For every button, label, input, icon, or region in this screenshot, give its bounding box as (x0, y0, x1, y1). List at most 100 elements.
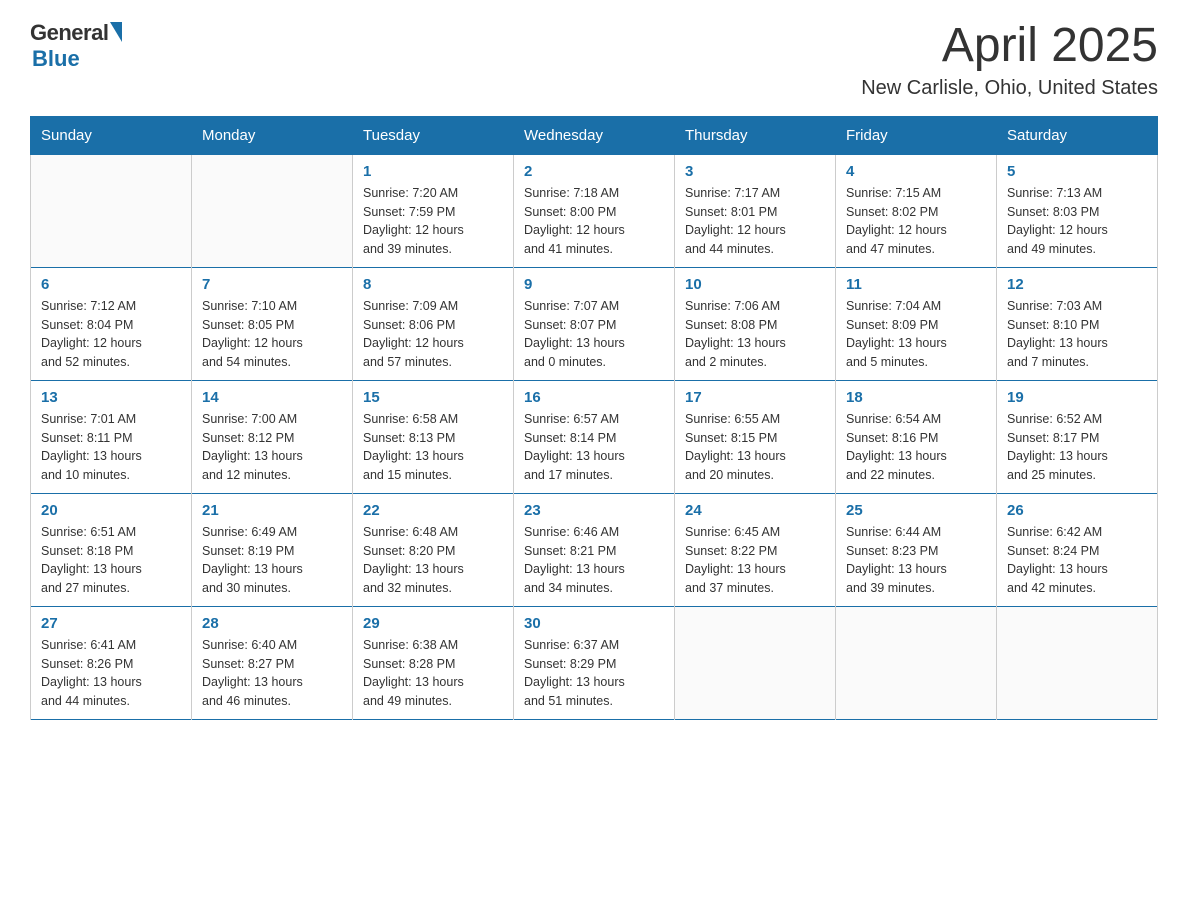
calendar-cell: 12 Sunrise: 7:03 AM Sunset: 8:10 PM Dayli… (997, 267, 1158, 380)
day-number: 12 (1007, 276, 1147, 293)
day-number: 6 (41, 276, 181, 293)
day-info: Sunrise: 6:42 AM Sunset: 8:24 PM Dayligh… (1007, 523, 1147, 598)
day-number: 30 (524, 615, 664, 632)
calendar-cell: 16 Sunrise: 6:57 AM Sunset: 8:14 PM Dayli… (514, 380, 675, 493)
day-info: Sunrise: 6:48 AM Sunset: 8:20 PM Dayligh… (363, 523, 503, 598)
calendar-cell: 20 Sunrise: 6:51 AM Sunset: 8:18 PM Dayli… (31, 493, 192, 606)
day-number: 3 (685, 163, 825, 180)
day-number: 29 (363, 615, 503, 632)
day-info: Sunrise: 7:18 AM Sunset: 8:00 PM Dayligh… (524, 184, 664, 259)
day-info: Sunrise: 7:00 AM Sunset: 8:12 PM Dayligh… (202, 410, 342, 485)
day-number: 13 (41, 389, 181, 406)
day-info: Sunrise: 7:01 AM Sunset: 8:11 PM Dayligh… (41, 410, 181, 485)
day-info: Sunrise: 6:44 AM Sunset: 8:23 PM Dayligh… (846, 523, 986, 598)
day-info: Sunrise: 7:07 AM Sunset: 8:07 PM Dayligh… (524, 297, 664, 372)
calendar-week-row: 6 Sunrise: 7:12 AM Sunset: 8:04 PM Daylig… (31, 267, 1158, 380)
day-info: Sunrise: 6:58 AM Sunset: 8:13 PM Dayligh… (363, 410, 503, 485)
day-info: Sunrise: 6:45 AM Sunset: 8:22 PM Dayligh… (685, 523, 825, 598)
page-header: General Blue April 2025 New Carlisle, Oh… (30, 20, 1158, 100)
location-text: New Carlisle, Ohio, United States (861, 77, 1158, 100)
day-info: Sunrise: 7:17 AM Sunset: 8:01 PM Dayligh… (685, 184, 825, 259)
day-info: Sunrise: 7:15 AM Sunset: 8:02 PM Dayligh… (846, 184, 986, 259)
day-number: 28 (202, 615, 342, 632)
day-number: 21 (202, 502, 342, 519)
calendar-cell: 19Sunrise: 6:52 AM Sunset: 8:17 PM Dayli… (997, 380, 1158, 493)
calendar-cell: 5Sunrise: 7:13 AM Sunset: 8:03 PM Daylig… (997, 154, 1158, 267)
header-monday: Monday (192, 116, 353, 154)
day-number: 23 (524, 502, 664, 519)
calendar-cell: 23 Sunrise: 6:46 AM Sunset: 8:21 PM Dayli… (514, 493, 675, 606)
calendar-cell: 4Sunrise: 7:15 AM Sunset: 8:02 PM Daylig… (836, 154, 997, 267)
day-number: 26 (1007, 502, 1147, 519)
header-tuesday: Tuesday (353, 116, 514, 154)
calendar-cell: 25 Sunrise: 6:44 AM Sunset: 8:23 PM Dayli… (836, 493, 997, 606)
day-number: 15 (363, 389, 503, 406)
day-info: Sunrise: 6:55 AM Sunset: 8:15 PM Dayligh… (685, 410, 825, 485)
calendar-cell: 6 Sunrise: 7:12 AM Sunset: 8:04 PM Daylig… (31, 267, 192, 380)
day-number: 17 (685, 389, 825, 406)
day-info: Sunrise: 6:37 AM Sunset: 8:29 PM Dayligh… (524, 636, 664, 711)
calendar-cell: 15 Sunrise: 6:58 AM Sunset: 8:13 PM Dayli… (353, 380, 514, 493)
calendar-cell: 1Sunrise: 7:20 AM Sunset: 7:59 PM Daylig… (353, 154, 514, 267)
calendar-cell: 22Sunrise: 6:48 AM Sunset: 8:20 PM Dayli… (353, 493, 514, 606)
calendar-week-row: 1Sunrise: 7:20 AM Sunset: 7:59 PM Daylig… (31, 154, 1158, 267)
day-number: 8 (363, 276, 503, 293)
day-info: Sunrise: 6:54 AM Sunset: 8:16 PM Dayligh… (846, 410, 986, 485)
header-saturday: Saturday (997, 116, 1158, 154)
day-number: 2 (524, 163, 664, 180)
calendar-cell: 21Sunrise: 6:49 AM Sunset: 8:19 PM Dayli… (192, 493, 353, 606)
header-thursday: Thursday (675, 116, 836, 154)
day-info: Sunrise: 6:38 AM Sunset: 8:28 PM Dayligh… (363, 636, 503, 711)
day-info: Sunrise: 7:09 AM Sunset: 8:06 PM Dayligh… (363, 297, 503, 372)
calendar-cell (192, 154, 353, 267)
day-number: 16 (524, 389, 664, 406)
calendar-cell: 13 Sunrise: 7:01 AM Sunset: 8:11 PM Dayli… (31, 380, 192, 493)
day-info: Sunrise: 7:06 AM Sunset: 8:08 PM Dayligh… (685, 297, 825, 372)
calendar-cell: 28Sunrise: 6:40 AM Sunset: 8:27 PM Dayli… (192, 606, 353, 719)
calendar-cell: 9 Sunrise: 7:07 AM Sunset: 8:07 PM Daylig… (514, 267, 675, 380)
day-number: 10 (685, 276, 825, 293)
calendar-cell (675, 606, 836, 719)
calendar-cell: 30 Sunrise: 6:37 AM Sunset: 8:29 PM Dayli… (514, 606, 675, 719)
day-number: 24 (685, 502, 825, 519)
calendar-header-row: SundayMondayTuesdayWednesdayThursdayFrid… (31, 116, 1158, 154)
calendar-cell (836, 606, 997, 719)
day-info: Sunrise: 7:03 AM Sunset: 8:10 PM Dayligh… (1007, 297, 1147, 372)
calendar-cell: 24 Sunrise: 6:45 AM Sunset: 8:22 PM Dayli… (675, 493, 836, 606)
calendar-week-row: 20 Sunrise: 6:51 AM Sunset: 8:18 PM Dayli… (31, 493, 1158, 606)
day-number: 1 (363, 163, 503, 180)
day-info: Sunrise: 6:46 AM Sunset: 8:21 PM Dayligh… (524, 523, 664, 598)
calendar-cell: 8 Sunrise: 7:09 AM Sunset: 8:06 PM Daylig… (353, 267, 514, 380)
calendar-cell (31, 154, 192, 267)
day-number: 9 (524, 276, 664, 293)
day-info: Sunrise: 6:51 AM Sunset: 8:18 PM Dayligh… (41, 523, 181, 598)
day-info: Sunrise: 7:10 AM Sunset: 8:05 PM Dayligh… (202, 297, 342, 372)
header-sunday: Sunday (31, 116, 192, 154)
day-info: Sunrise: 6:41 AM Sunset: 8:26 PM Dayligh… (41, 636, 181, 711)
month-title: April 2025 (861, 20, 1158, 73)
calendar-cell: 7 Sunrise: 7:10 AM Sunset: 8:05 PM Daylig… (192, 267, 353, 380)
calendar-week-row: 27 Sunrise: 6:41 AM Sunset: 8:26 PM Dayli… (31, 606, 1158, 719)
calendar-week-row: 13 Sunrise: 7:01 AM Sunset: 8:11 PM Dayli… (31, 380, 1158, 493)
calendar-cell: 10 Sunrise: 7:06 AM Sunset: 8:08 PM Dayli… (675, 267, 836, 380)
calendar-cell: 18 Sunrise: 6:54 AM Sunset: 8:16 PM Dayli… (836, 380, 997, 493)
calendar-cell: 14Sunrise: 7:00 AM Sunset: 8:12 PM Dayli… (192, 380, 353, 493)
day-info: Sunrise: 6:52 AM Sunset: 8:17 PM Dayligh… (1007, 410, 1147, 485)
header-wednesday: Wednesday (514, 116, 675, 154)
day-number: 7 (202, 276, 342, 293)
calendar-cell: 2 Sunrise: 7:18 AM Sunset: 8:00 PM Daylig… (514, 154, 675, 267)
calendar-cell: 29 Sunrise: 6:38 AM Sunset: 8:28 PM Dayli… (353, 606, 514, 719)
day-info: Sunrise: 6:57 AM Sunset: 8:14 PM Dayligh… (524, 410, 664, 485)
header-friday: Friday (836, 116, 997, 154)
calendar-table: SundayMondayTuesdayWednesdayThursdayFrid… (30, 116, 1158, 720)
day-number: 18 (846, 389, 986, 406)
logo-general-text: General (30, 20, 108, 46)
day-number: 25 (846, 502, 986, 519)
calendar-cell: 3 Sunrise: 7:17 AM Sunset: 8:01 PM Daylig… (675, 154, 836, 267)
logo-triangle-icon (110, 22, 122, 42)
calendar-cell: 17 Sunrise: 6:55 AM Sunset: 8:15 PM Dayli… (675, 380, 836, 493)
day-info: Sunrise: 7:04 AM Sunset: 8:09 PM Dayligh… (846, 297, 986, 372)
day-number: 27 (41, 615, 181, 632)
day-number: 20 (41, 502, 181, 519)
day-info: Sunrise: 7:12 AM Sunset: 8:04 PM Dayligh… (41, 297, 181, 372)
